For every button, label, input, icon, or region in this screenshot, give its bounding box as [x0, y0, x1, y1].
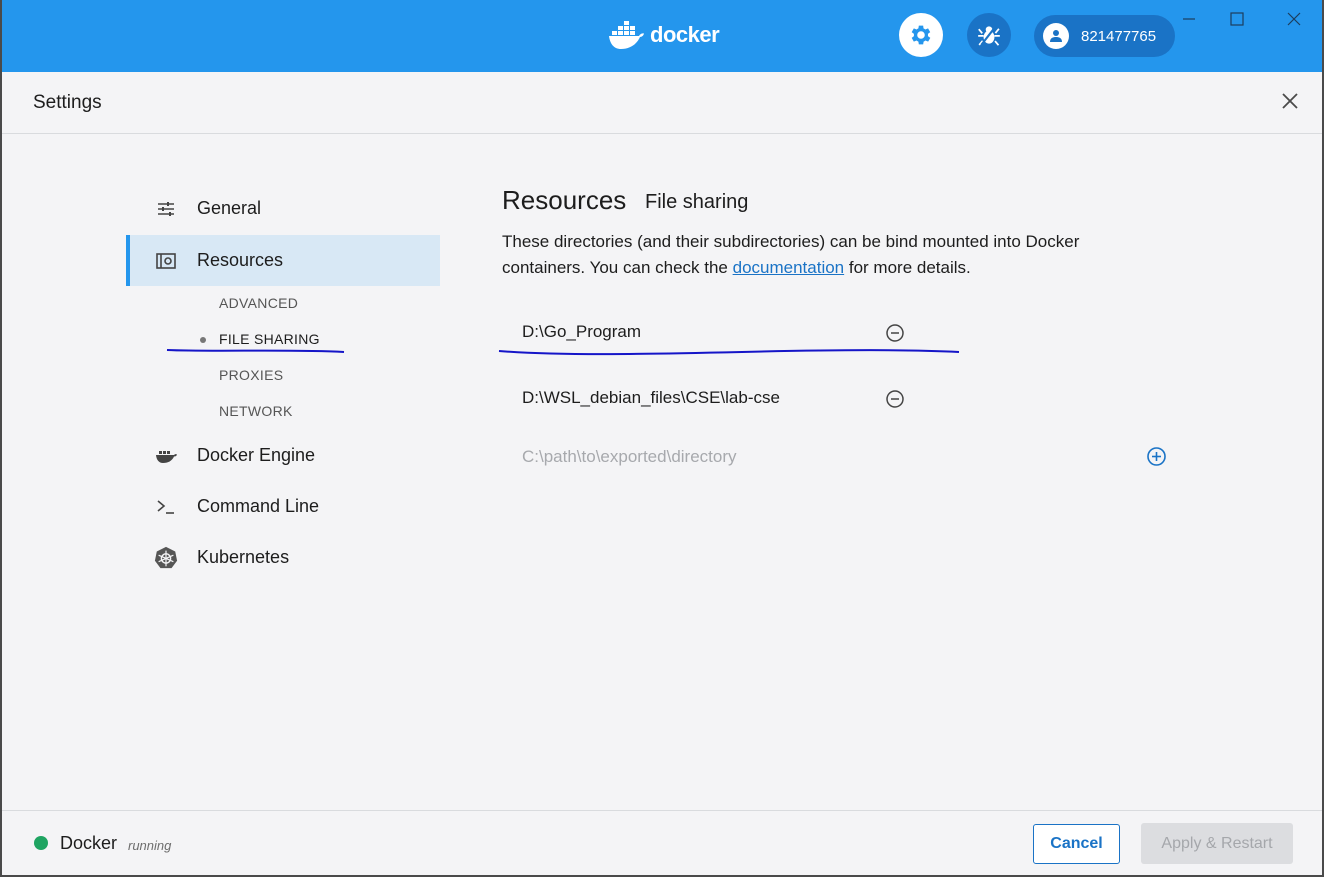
status-footer: Docker running Cancel Apply & Restart: [2, 810, 1322, 875]
bug-icon: [978, 24, 1000, 46]
window-close-button[interactable]: [1283, 8, 1305, 30]
status-indicator: [34, 836, 48, 850]
minus-circle-icon: [886, 324, 904, 342]
account-button[interactable]: 821477765: [1034, 15, 1175, 57]
documentation-link[interactable]: documentation: [733, 258, 845, 277]
remove-directory-button[interactable]: [885, 389, 905, 409]
sidebar-item-general[interactable]: General: [126, 183, 440, 234]
sidebar-item-resources[interactable]: Resources: [126, 235, 440, 286]
sidebar-item-label: Resources: [197, 250, 284, 270]
add-directory-button[interactable]: [1146, 446, 1167, 467]
apply-restart-button[interactable]: Apply & Restart: [1141, 823, 1293, 864]
sidebar-item-label: Docker Engine: [197, 445, 316, 465]
resources-icon: [154, 249, 178, 273]
plus-circle-icon: [1147, 447, 1166, 466]
sidebar-item-label: Command Line: [197, 496, 320, 516]
sidebar-item-label: General: [197, 198, 262, 218]
active-bullet: [200, 337, 206, 343]
close-icon: [1282, 93, 1298, 109]
account-name: 821477765: [1081, 27, 1157, 45]
docker-logo: docker: [608, 19, 720, 51]
description: These directories (and their subdirector…: [502, 229, 1162, 281]
shared-directory-path: D:\Go_Program: [522, 322, 642, 341]
title-bar: docker 821477765: [2, 0, 1322, 72]
sidebar-item-command-line[interactable]: Command Line: [126, 481, 440, 532]
minimize-icon: [1183, 18, 1195, 20]
user-avatar-icon: [1043, 23, 1069, 49]
app-name: Docker: [60, 833, 118, 853]
settings-button[interactable]: [899, 13, 943, 57]
sub-item-proxies[interactable]: PROXIES: [219, 367, 283, 383]
sub-item-file-sharing[interactable]: FILE SHARING: [219, 331, 320, 347]
remove-directory-button[interactable]: [885, 323, 905, 343]
troubleshoot-button[interactable]: [967, 13, 1011, 57]
whale-icon: [154, 444, 178, 468]
minus-circle-icon: [886, 390, 904, 408]
new-directory-input[interactable]: [522, 445, 1122, 469]
page-title: Settings: [33, 92, 102, 113]
close-icon: [1287, 12, 1301, 26]
maximize-icon: [1230, 12, 1244, 26]
docker-whale-icon: [609, 21, 644, 49]
settings-close-button[interactable]: [1278, 89, 1302, 113]
minimize-button[interactable]: [1178, 8, 1200, 30]
annotation-underline: [498, 349, 960, 356]
sidebar-item-kubernetes[interactable]: Kubernetes: [126, 532, 440, 583]
sub-item-network[interactable]: NETWORK: [219, 403, 293, 419]
shared-directory-path: D:\WSL_debian_files\CSE\lab-cse: [522, 388, 780, 407]
sidebar-item-docker-engine[interactable]: Docker Engine: [126, 430, 440, 481]
docker-desktop-window: docker 821477765 Settings General Resour…: [0, 0, 1324, 877]
brand-name: docker: [650, 22, 720, 47]
section-title: Resources: [502, 185, 627, 215]
gear-icon: [911, 25, 931, 45]
maximize-button[interactable]: [1226, 8, 1248, 30]
description-text-end: for more details.: [844, 258, 971, 277]
sliders-icon: [154, 197, 178, 221]
annotation-underline: [166, 349, 345, 353]
terminal-icon: [154, 495, 178, 519]
sidebar-item-label: Kubernetes: [197, 547, 290, 567]
settings-header: Settings: [2, 72, 1322, 134]
section-subtitle: File sharing: [645, 191, 749, 213]
sub-item-advanced[interactable]: ADVANCED: [219, 295, 298, 311]
cancel-button[interactable]: Cancel: [1033, 824, 1120, 864]
kubernetes-icon: [154, 546, 178, 570]
status-text: running: [128, 838, 172, 853]
